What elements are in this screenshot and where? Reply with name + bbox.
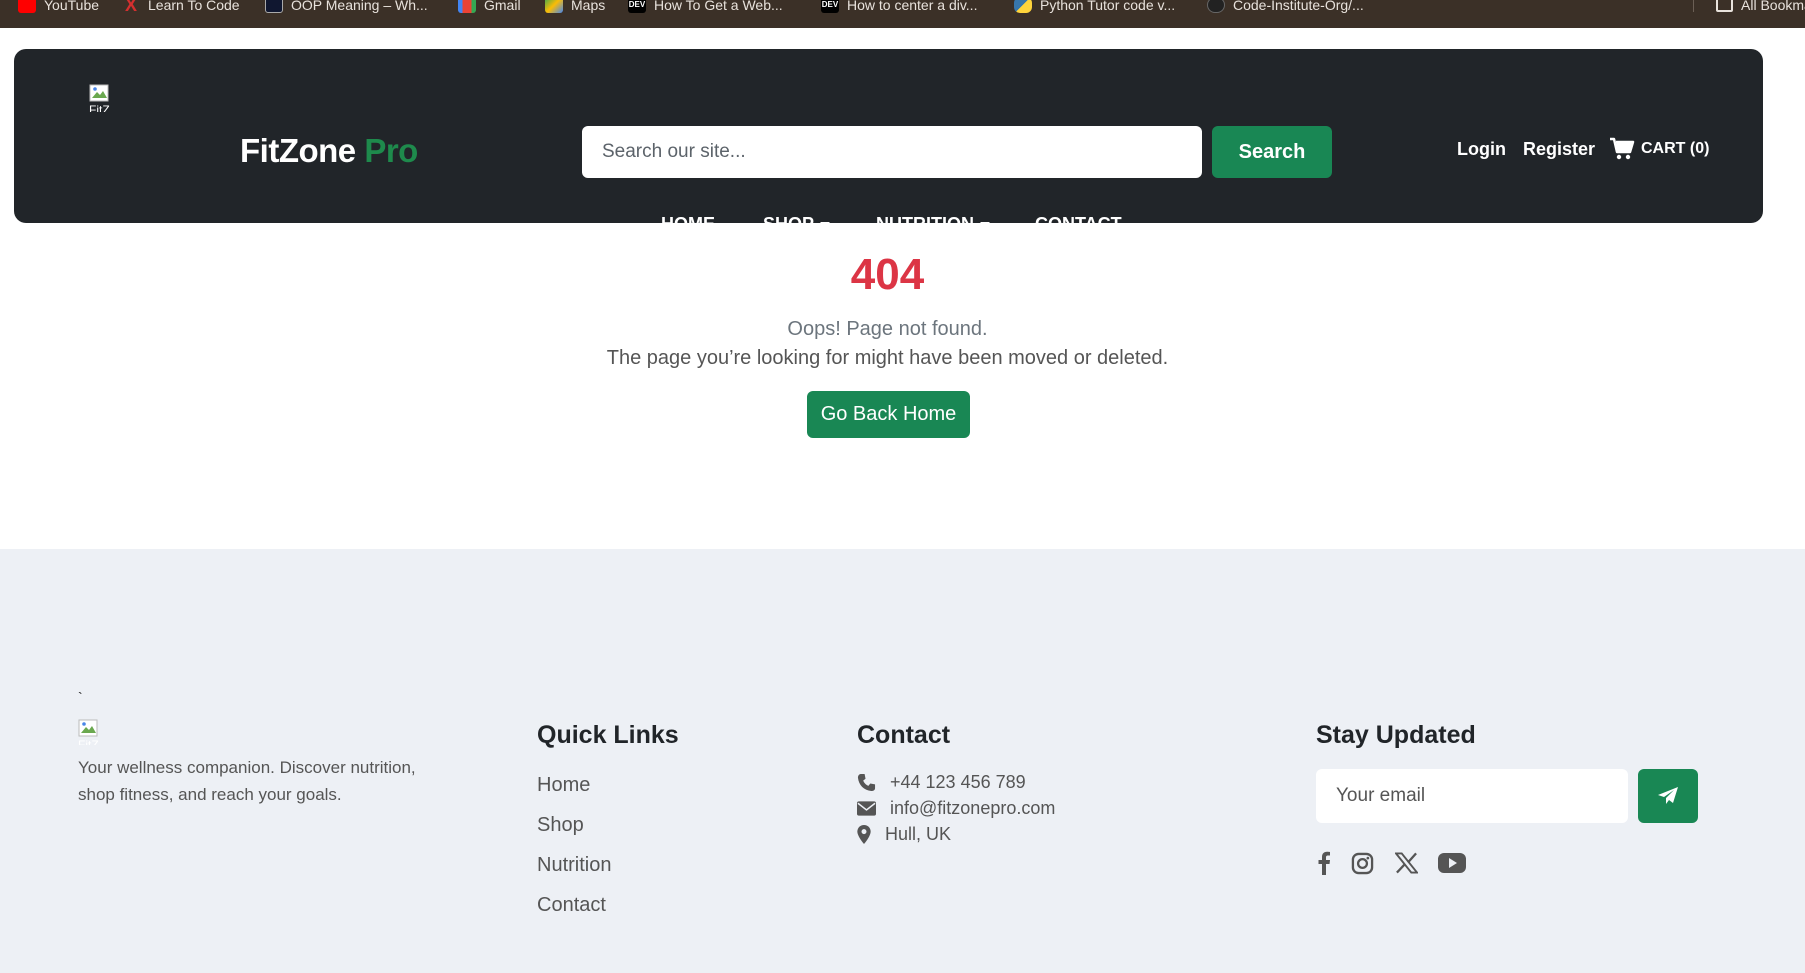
error-message: Oops! Page not found. bbox=[787, 318, 988, 340]
bookmark-python-tutor[interactable]: Python Tutor code v... bbox=[1014, 0, 1175, 15]
newsletter-email-input[interactable] bbox=[1316, 769, 1628, 823]
quick-links-title: Quick Links bbox=[537, 721, 679, 749]
footer-link-contact[interactable]: Contact bbox=[537, 894, 606, 917]
contact-title: Contact bbox=[857, 721, 951, 749]
search-input[interactable] bbox=[582, 126, 1202, 178]
instagram-link[interactable] bbox=[1348, 849, 1376, 877]
x-link[interactable] bbox=[1392, 849, 1420, 877]
contact-email: info@fitzonepro.com bbox=[857, 798, 1055, 819]
bookmark-maps[interactable]: Maps bbox=[545, 0, 605, 15]
register-link[interactable]: Register bbox=[1523, 139, 1595, 160]
error-description: The page you’re looking for might have b… bbox=[606, 347, 1169, 369]
python-icon bbox=[1014, 0, 1032, 13]
site-logo[interactable]: FitZ bbox=[89, 84, 129, 118]
footer-link-nutrition[interactable]: Nutrition bbox=[537, 854, 611, 877]
broken-image-icon bbox=[89, 84, 109, 102]
site-footer: ` FitZ Your wellness companion. Discover… bbox=[0, 549, 1805, 973]
contact-phone: +44 123 456 789 bbox=[857, 772, 1026, 793]
paper-plane-icon bbox=[1658, 787, 1678, 804]
bookmark-all-bookmarks[interactable]: All Bookmarks bbox=[1716, 0, 1805, 15]
stray-character: ` bbox=[78, 689, 83, 705]
contact-phone-text: +44 123 456 789 bbox=[890, 772, 1026, 792]
newsletter-submit-button[interactable] bbox=[1638, 769, 1698, 823]
bookmarks-divider bbox=[1693, 0, 1694, 12]
search-button[interactable]: Search bbox=[1212, 126, 1332, 178]
contact-location: Hull, UK bbox=[857, 824, 951, 845]
bookmark-learn-to-code[interactable]: X Learn To Code bbox=[122, 0, 240, 15]
map-pin-icon bbox=[857, 825, 871, 844]
bookmark-code-institute[interactable]: Code-Institute-Org/... bbox=[1207, 0, 1364, 15]
dev-icon: DEV bbox=[628, 0, 646, 13]
x-icon bbox=[1394, 852, 1418, 874]
cart-label: CART (0) bbox=[1641, 140, 1710, 157]
learn-to-code-icon: X bbox=[124, 0, 137, 15]
youtube-icon bbox=[18, 0, 36, 13]
footer-link-shop[interactable]: Shop bbox=[537, 814, 584, 837]
bookmark-gmail[interactable]: Gmail bbox=[458, 0, 521, 15]
footer-logo-alt-text: FitZ bbox=[78, 739, 99, 745]
logo-alt-text: FitZ bbox=[89, 104, 110, 112]
youtube-link[interactable] bbox=[1438, 849, 1466, 877]
brand-name: FitZone bbox=[240, 132, 356, 169]
site-header: FitZ FitZone Pro Search Login Register C… bbox=[14, 49, 1763, 234]
maps-icon bbox=[545, 0, 563, 13]
contact-location-text: Hull, UK bbox=[885, 824, 952, 844]
youtube-icon bbox=[1438, 853, 1466, 873]
contact-email-text: info@fitzonepro.com bbox=[890, 798, 1056, 818]
facebook-icon bbox=[1318, 851, 1330, 875]
bookmarks-bar: YouTube X Learn To Code OOP Meaning – Wh.… bbox=[0, 0, 1805, 28]
error-section: 404 Oops! Page not found. The page you’r… bbox=[0, 223, 1805, 549]
bookmark-oop-meaning[interactable]: OOP Meaning – Wh... bbox=[265, 0, 428, 15]
github-icon bbox=[1207, 0, 1225, 13]
dev-icon: DEV bbox=[821, 0, 839, 13]
brand-accent: Pro bbox=[364, 132, 418, 169]
phone-icon bbox=[857, 773, 876, 792]
facebook-link[interactable] bbox=[1310, 849, 1338, 877]
footer-link-home[interactable]: Home bbox=[537, 774, 590, 797]
error-code: 404 bbox=[850, 250, 925, 299]
cart-icon bbox=[1610, 137, 1635, 160]
login-link[interactable]: Login bbox=[1457, 139, 1506, 160]
cart-link[interactable]: CART (0) bbox=[1609, 137, 1709, 161]
footer-logo: FitZ bbox=[78, 719, 108, 745]
broken-image-icon bbox=[78, 719, 98, 737]
gmail-icon bbox=[458, 0, 476, 13]
go-back-home-button[interactable]: Go Back Home bbox=[807, 391, 970, 438]
oop-site-icon bbox=[265, 0, 283, 13]
instagram-icon bbox=[1351, 852, 1373, 874]
newsletter-title: Stay Updated bbox=[1316, 721, 1476, 749]
bookmark-how-to-center[interactable]: DEV How to center a div... bbox=[821, 0, 977, 15]
folder-icon bbox=[1716, 0, 1733, 12]
brand-link[interactable]: FitZone Pro bbox=[240, 132, 418, 170]
bookmark-how-to-get-web[interactable]: DEV How To Get a Web... bbox=[628, 0, 783, 15]
bookmark-youtube[interactable]: YouTube bbox=[18, 0, 99, 15]
envelope-icon bbox=[857, 801, 876, 816]
footer-about-text: Your wellness companion. Discover nutrit… bbox=[78, 758, 416, 804]
